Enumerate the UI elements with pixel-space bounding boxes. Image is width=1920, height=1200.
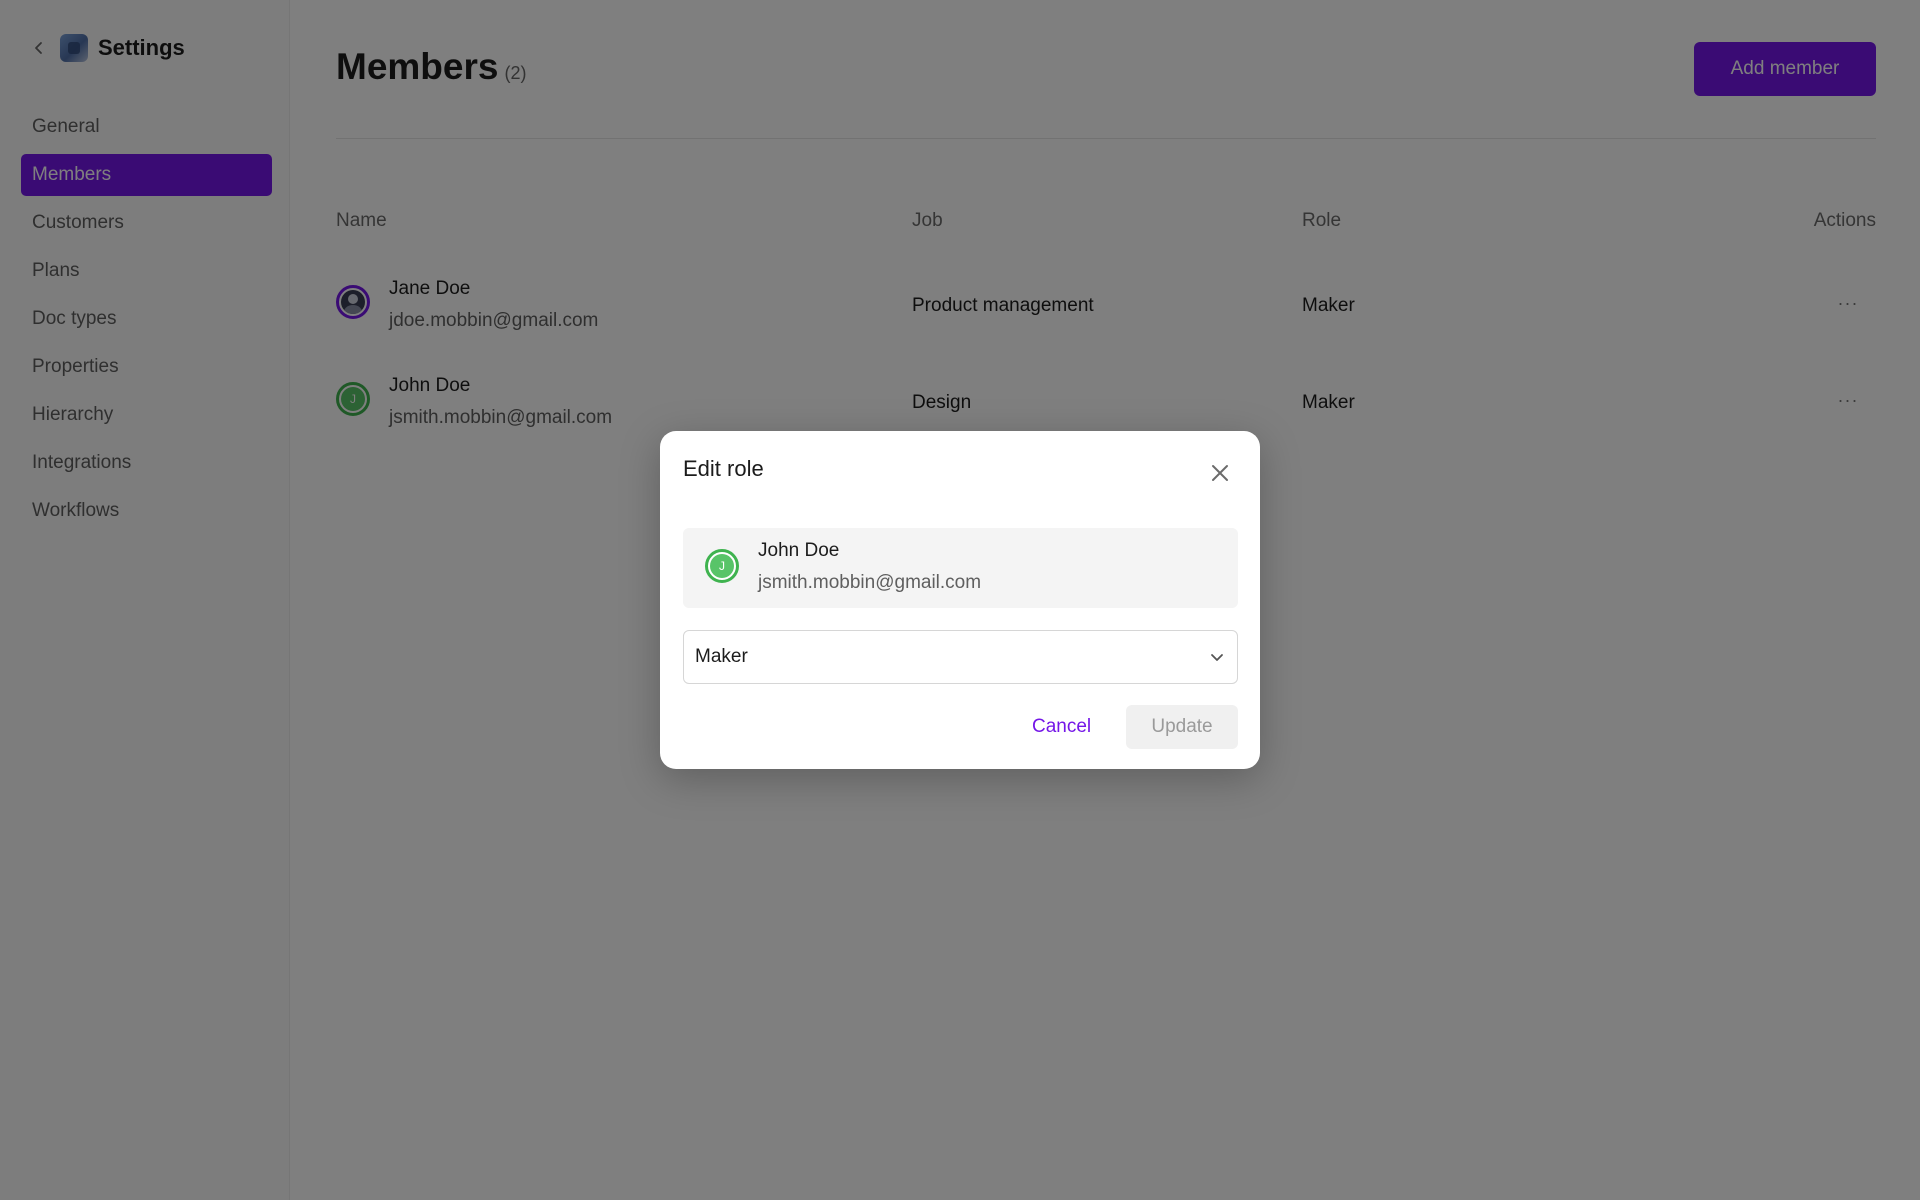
- role-select-value: Maker: [695, 646, 748, 667]
- close-icon[interactable]: [1205, 458, 1235, 488]
- chevron-down-icon: [1207, 647, 1227, 667]
- edit-role-dialog: Edit role J John Doe jsmith.mobbin@gmail…: [660, 431, 1260, 769]
- avatar: J: [705, 549, 739, 583]
- member-email: jsmith.mobbin@gmail.com: [758, 572, 982, 593]
- selected-member-card: J John Doe jsmith.mobbin@gmail.com: [683, 528, 1238, 608]
- dialog-title: Edit role: [683, 456, 764, 481]
- role-select[interactable]: Maker: [683, 630, 1238, 684]
- update-button[interactable]: Update: [1126, 705, 1238, 749]
- cancel-button[interactable]: Cancel: [1022, 705, 1101, 749]
- member-name: John Doe: [758, 540, 840, 561]
